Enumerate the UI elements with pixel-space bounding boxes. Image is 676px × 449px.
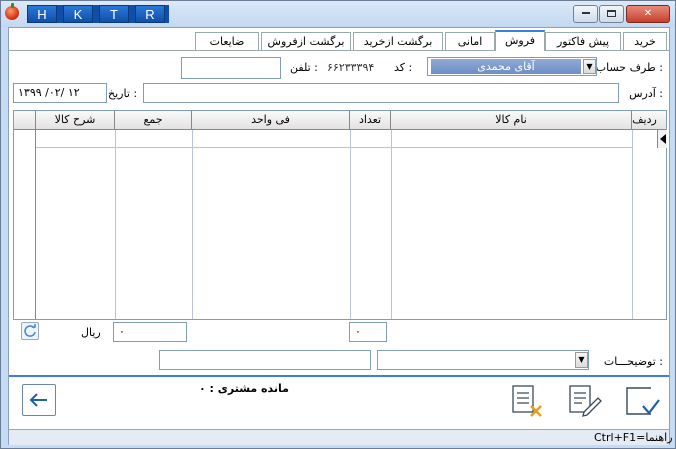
tab-consignment[interactable]: امانی — [445, 32, 495, 51]
hotkey-h-button[interactable]: H — [27, 5, 57, 23]
tab-waste[interactable]: ضایعات — [195, 32, 259, 51]
code-label: کد : — [394, 61, 413, 74]
maximize-icon — [607, 9, 616, 17]
address-label: آدرس : — [629, 87, 663, 100]
close-button[interactable]: ✕ — [626, 5, 670, 23]
grid-left-gutter — [14, 130, 36, 319]
grid-col-total[interactable]: جمع — [115, 111, 192, 130]
grid-divider — [192, 130, 193, 319]
minimize-icon — [581, 12, 590, 14]
tab-purchase-return[interactable]: برگشت ازخرید — [353, 32, 443, 51]
delete-document-button[interactable] — [509, 384, 545, 418]
title-bar: H K T R ✕ — [1, 1, 675, 27]
grid-header: شرح کالا جمع فی واحد تعداد نام کالا ردیف — [14, 111, 666, 130]
edit-document-button[interactable] — [566, 384, 602, 418]
grid-col-quantity[interactable]: تعداد — [350, 111, 391, 130]
tab-baseline — [9, 50, 669, 51]
hotkey-r-button[interactable]: R — [135, 5, 165, 23]
grid-col-description[interactable]: شرح کالا — [36, 111, 115, 130]
grid-col-unit-price[interactable]: فی واحد — [192, 111, 350, 130]
account-label: طرف حساب : — [595, 61, 663, 74]
account-select[interactable]: ▼ آقای محمدی — [427, 57, 597, 76]
arrow-left-icon — [29, 393, 47, 407]
tab-bar: خرید پیش فاکتور فروش امانی برگشت ازخرید … — [9, 28, 669, 51]
notes-select[interactable]: ▼ — [377, 350, 589, 370]
help-shortcut-text: Ctrl+F1=راهنما — [594, 431, 673, 444]
hotkey-divider — [165, 5, 169, 23]
refresh-icon — [24, 324, 36, 337]
grid-col-row-number[interactable]: ردیف — [632, 111, 657, 130]
grid-divider — [632, 130, 633, 319]
phone-field[interactable] — [181, 57, 281, 79]
phone-label: تلفن : — [290, 61, 318, 74]
maximize-button[interactable] — [599, 5, 624, 23]
minimize-button[interactable] — [573, 5, 598, 23]
checkmark-icon — [626, 387, 660, 415]
code-value: ۶۶۲۳۳۳۹۴ — [327, 61, 375, 74]
confirm-button[interactable] — [623, 384, 661, 418]
row-indicator-icon[interactable] — [657, 130, 667, 148]
items-grid: شرح کالا جمع فی واحد تعداد نام کالا ردیف — [13, 110, 667, 320]
close-icon: ✕ — [643, 8, 653, 19]
tab-proforma[interactable]: پیش فاکتور — [545, 32, 621, 51]
tab-sales[interactable]: فروش — [495, 30, 545, 51]
tab-sales-return[interactable]: برگشت ازفروش — [261, 32, 351, 51]
tab-purchase[interactable]: خرید — [623, 32, 667, 51]
chevron-down-icon[interactable]: ▼ — [583, 59, 596, 74]
date-label: تاریخ : — [108, 87, 138, 100]
back-button[interactable] — [22, 384, 56, 416]
grid-col-item-name[interactable]: نام کالا — [391, 111, 632, 130]
table-row[interactable] — [36, 130, 632, 148]
notes-label: توضیحـــات : — [603, 355, 663, 368]
notes-extra-field[interactable] — [159, 350, 371, 370]
invoice-form: خرید پیش فاکتور فروش امانی برگشت ازخرید … — [8, 27, 673, 445]
status-bar: Ctrl+F1=راهنما — [9, 429, 673, 445]
app-icon[interactable] — [5, 3, 19, 20]
hotkey-t-button[interactable]: T — [99, 5, 129, 23]
chevron-down-icon[interactable]: ▼ — [575, 352, 588, 368]
sum-total-field: ۰ — [113, 322, 187, 342]
hotkey-k-button[interactable]: K — [63, 5, 93, 23]
refresh-button[interactable] — [21, 322, 39, 340]
grid-divider — [350, 130, 351, 319]
grid-divider — [391, 130, 392, 319]
document-edit-icon — [569, 385, 602, 417]
app-window: H K T R ✕ خرید پیش فاکتور فروش امانی برگ… — [0, 0, 676, 449]
quantity-total-field: ۰ — [349, 322, 387, 342]
currency-label: ریال — [81, 326, 101, 339]
grid-col-corner — [14, 111, 36, 130]
date-field[interactable]: ۱۳۹۹ /۰۲/ ۱۲ — [13, 83, 107, 103]
address-field[interactable] — [143, 83, 619, 103]
document-delete-icon — [512, 385, 542, 417]
customer-balance-text: مانده مشتری : ۰ — [199, 382, 289, 395]
account-selected-value: آقای محمدی — [431, 59, 581, 74]
grid-divider — [115, 130, 116, 319]
footer-separator — [9, 375, 669, 377]
